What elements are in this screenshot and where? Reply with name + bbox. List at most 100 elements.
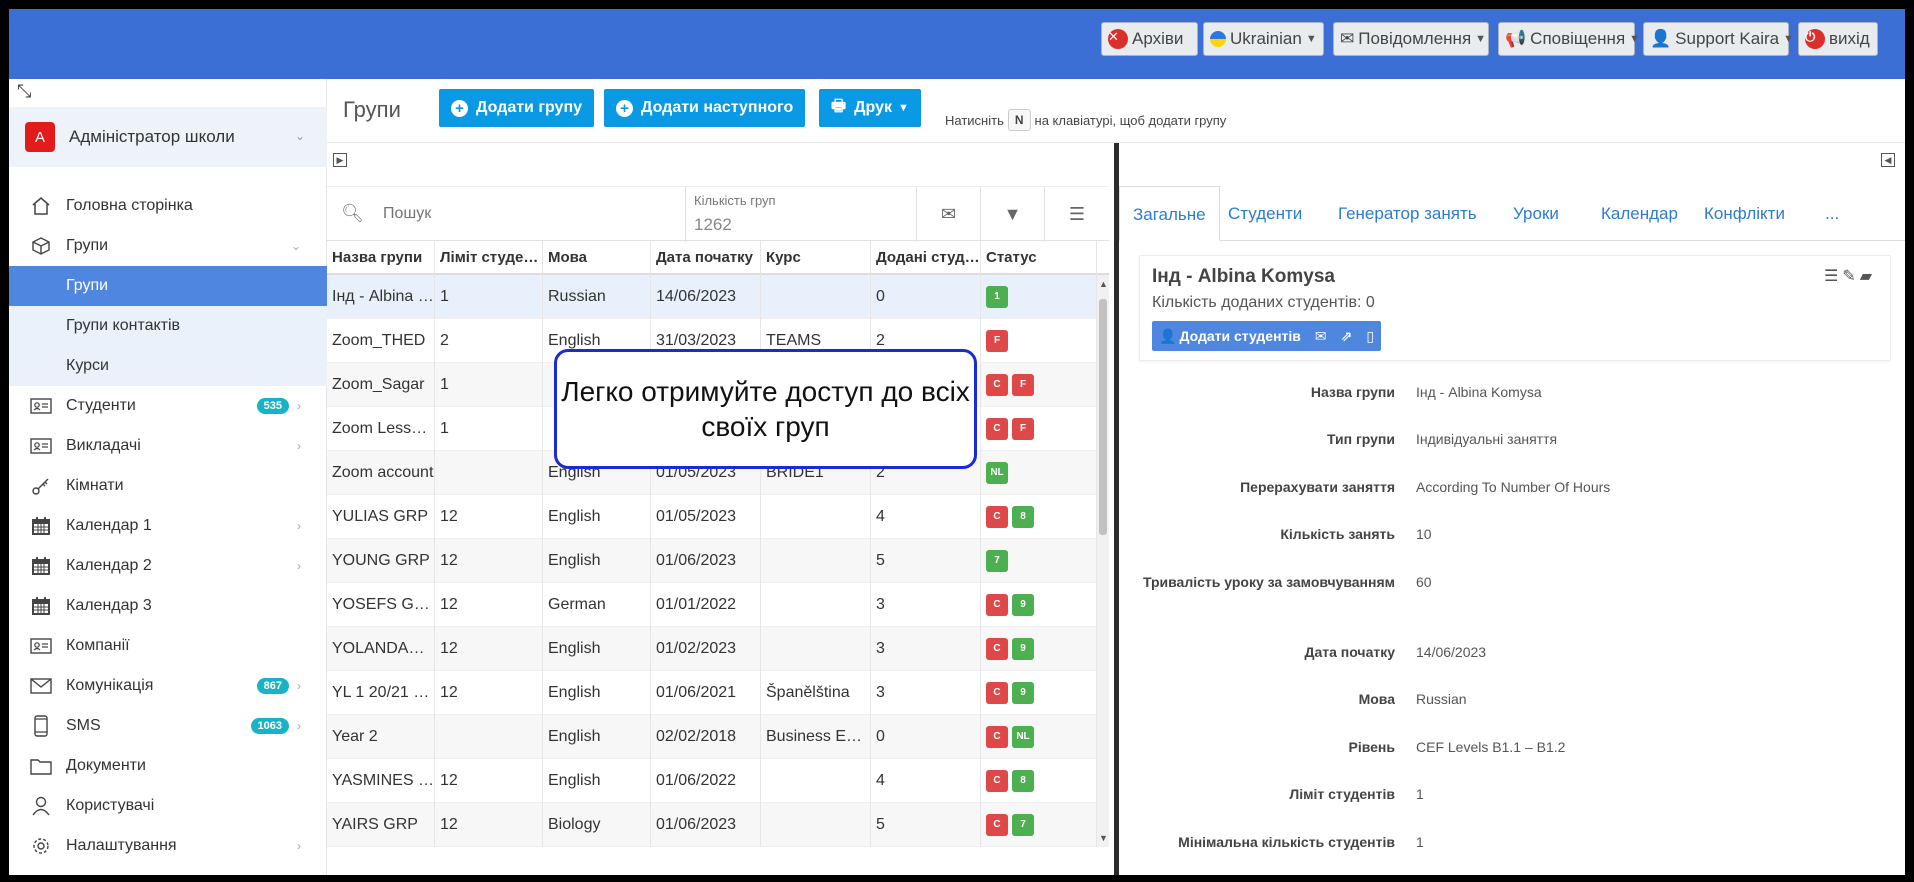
search-row: 🔍︎ Кількість груп 1262 ✉ ▼ ☰ [327, 186, 1109, 242]
sidebar-item-communication[interactable]: Комунікація 867 › [9, 666, 327, 706]
table-cell-course: Business English [761, 715, 871, 759]
tab-students[interactable]: Студенти [1215, 186, 1315, 241]
sidebar-item-companies[interactable]: Компанії [9, 626, 327, 666]
column-header-limit[interactable]: Ліміт студентів [435, 241, 543, 275]
column-header-language[interactable]: Мова [543, 241, 651, 275]
sidebar-item-users[interactable]: Користувачі [9, 786, 327, 826]
sidebar-item-rooms[interactable]: Кімнати [9, 466, 327, 506]
sms-button[interactable]: ▯ [1359, 321, 1381, 351]
folder-icon[interactable]: ▰ [1860, 268, 1876, 285]
tab-lesson-generator[interactable]: Генератор занять [1325, 186, 1490, 241]
status-badge: 1 [986, 285, 1008, 308]
table-cell-course [761, 627, 871, 671]
sidebar-item-calendar-3[interactable]: Календар 3 [9, 586, 327, 626]
print-dropdown[interactable]: 🖶 Друк ▼ [819, 89, 921, 127]
tab-conflicts[interactable]: Конфлікти [1691, 186, 1798, 241]
table-row[interactable]: YAIRS GRP 12 Biology 01/06/2023 5 C 7 [327, 803, 1097, 847]
field-value: Russian [1416, 691, 1467, 707]
sidebar-item-sms[interactable]: SMS 1063 › [9, 706, 327, 746]
status-badge: NL [986, 461, 1008, 484]
sidebar-subitem-courses[interactable]: Курси [9, 346, 327, 386]
sidebar-item-home[interactable]: Головна сторінка [9, 186, 327, 226]
table-row[interactable]: Інд - Albina Komysa1Russian14/06/202301 [327, 275, 1097, 319]
scroll-thumb[interactable] [1099, 299, 1107, 535]
menu-button[interactable]: ☰ [1045, 187, 1109, 242]
notifications-dropdown[interactable]: 📢 Сповіщення ▼ [1498, 22, 1640, 56]
expand-panel-icon[interactable]: ▶ [333, 153, 347, 167]
column-header-course[interactable]: Курс [761, 241, 871, 275]
user-dropdown[interactable]: 👤 Support Kaira ▼ [1643, 22, 1794, 56]
logout-button[interactable]: ⏻ вихід [1798, 22, 1878, 56]
table-row[interactable]: YASMINES GRP12English01/06/2022 4C8 [327, 759, 1097, 803]
sidebar-item-calendar-1[interactable]: Календар 1 › [9, 506, 327, 546]
archive-button[interactable]: ✕ Архіви [1101, 22, 1198, 56]
status-badge: NL [1012, 725, 1034, 748]
status-badge: C [986, 681, 1008, 704]
tab-more[interactable]: ... [1812, 186, 1852, 241]
table-row[interactable]: Year 2 English02/02/2018Business English0… [327, 715, 1097, 759]
table-cell-limit [435, 715, 543, 759]
messages-dropdown[interactable]: ✉ Повідомлення ▼ [1333, 22, 1489, 56]
chevron-down-icon: ▼ [1305, 33, 1317, 45]
sidebar-item-students[interactable]: Студенти 535 › [9, 386, 327, 426]
sidebar-item-calendar-2[interactable]: Календар 2 › [9, 546, 327, 586]
added-students-count: Кількість доданих студентів: 0 [1152, 294, 1375, 311]
sidebar-subitem-contact-groups[interactable]: Групи контактів [9, 306, 327, 346]
table-cell-limit: 2 [435, 319, 543, 363]
column-header-start-date[interactable]: Дата початку [651, 241, 761, 275]
field-label: Мова [1358, 691, 1395, 707]
folder-icon [29, 754, 53, 778]
column-header-added-students[interactable]: Додані студенти [871, 241, 981, 275]
list-scrollbar[interactable]: ▲ ▼ [1097, 275, 1109, 847]
sidebar-item-settings[interactable]: Налаштування › [9, 826, 327, 866]
sidebar-item-groups[interactable]: Групи ⌄ [9, 226, 327, 266]
table-row[interactable]: YOSEFS GRP 12 German 01/01/2022 3 C 9 [327, 583, 1097, 627]
list-icon[interactable]: ☰ [1824, 268, 1842, 285]
edit-icon[interactable]: ✎ [1842, 268, 1859, 285]
role-badge: A [25, 122, 55, 152]
printer-icon: 🖶 [831, 97, 847, 115]
add-next-button[interactable]: + Додати наступного [604, 89, 806, 127]
page-title: Групи [343, 97, 401, 122]
table-row[interactable]: YL 1 20/21 Group12English01/06/2021Španě… [327, 671, 1097, 715]
field-label: Тривалість уроку за замовчуванням [1142, 574, 1395, 590]
tab-calendar[interactable]: Календар [1588, 186, 1691, 241]
add-students-button[interactable]: 👤 Додати студентів [1152, 321, 1308, 351]
status-badge: 9 [1012, 637, 1034, 660]
table-cell-added: 0 [871, 275, 981, 319]
chevron-down-icon: ▼ [1475, 33, 1487, 45]
search-input[interactable] [383, 201, 653, 227]
role-selector[interactable]: A Адміністратор школи ⌄ [9, 107, 327, 167]
email-students-button[interactable]: ✉ [1308, 321, 1334, 351]
table-row[interactable]: YOLANDAS GRP12English01/02/2023 3C9 [327, 627, 1097, 671]
table-cell-lang: English [543, 627, 651, 671]
scroll-up-icon[interactable]: ▲ [1099, 279, 1108, 289]
sidebar-subitem-groups[interactable]: Групи [9, 266, 327, 306]
language-dropdown[interactable]: Ukrainian ▼ [1203, 22, 1324, 56]
id-card-icon [29, 634, 53, 658]
sidebar-item-teachers[interactable]: Викладачі › [9, 426, 327, 466]
user-icon [29, 794, 53, 818]
share-button[interactable]: ⇗ [1334, 321, 1360, 351]
tab-general[interactable]: Загальне [1119, 186, 1220, 241]
collapse-panel-icon[interactable]: ◀ [1881, 153, 1895, 167]
id-card-icon [29, 434, 53, 458]
column-header-name[interactable]: Назва групи [327, 241, 435, 275]
scroll-down-icon[interactable]: ▼ [1099, 833, 1108, 843]
add-group-button[interactable]: + Додати групу [439, 89, 595, 127]
tab-lessons[interactable]: Уроки [1500, 186, 1572, 241]
envelope-icon: ✉ [1314, 327, 1327, 344]
table-cell-date: 14/06/2023 [651, 275, 761, 319]
envelope-icon [29, 674, 53, 698]
table-cell-name: Zoom account [327, 451, 435, 495]
table-row[interactable]: YULIAS GRP 12 English 01/05/2023 4 C 8 [327, 495, 1097, 539]
sidebar-item-documents[interactable]: Документи [9, 746, 327, 786]
table-row[interactable]: YOUNG GRP 12 English 01/06/2023 5 7 [327, 539, 1097, 583]
collapse-icon[interactable]: ⤡ [17, 81, 31, 102]
table-cell-name: YOSEFS GRP [327, 583, 435, 627]
email-button[interactable]: ✉ [917, 187, 981, 242]
column-header-status[interactable]: Статус [981, 241, 1097, 275]
table-cell-lang: German [543, 583, 651, 627]
chevron-right-icon: › [297, 679, 301, 693]
filter-button[interactable]: ▼ [981, 187, 1045, 242]
